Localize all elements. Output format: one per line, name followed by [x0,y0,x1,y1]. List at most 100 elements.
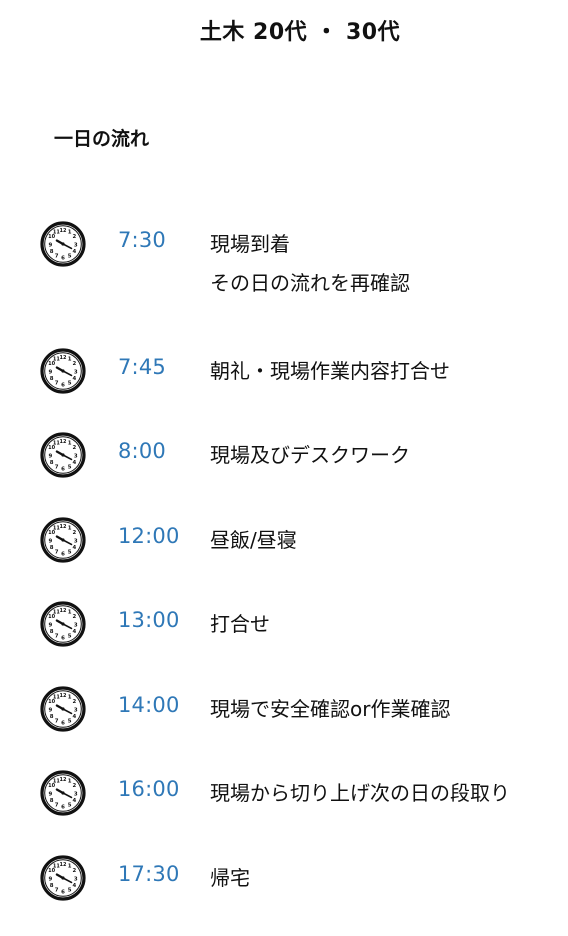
svg-text:1: 1 [68,440,72,446]
svg-text:3: 3 [74,791,78,797]
svg-text:8: 8 [50,545,54,551]
svg-text:1: 1 [68,525,72,531]
svg-text:11: 11 [53,694,60,700]
svg-text:11: 11 [53,440,60,446]
svg-text:7: 7 [55,381,59,387]
svg-text:7: 7 [55,254,59,260]
schedule-entry: 12 3 6 9 1 2 4 5 7 8 10 11 8:00 現場及びデスクワーク [0,432,568,513]
svg-text:12: 12 [60,355,67,361]
svg-text:4: 4 [73,629,77,635]
svg-text:4: 4 [73,545,77,551]
schedule-description: 現場で安全確認or作業確認 [210,697,451,721]
svg-text:4: 4 [73,714,77,720]
svg-text:4: 4 [73,798,77,804]
svg-text:7: 7 [55,550,59,556]
svg-text:2: 2 [73,445,77,451]
svg-text:4: 4 [73,883,77,889]
svg-text:5: 5 [68,381,72,387]
schedule-entry: 12 3 6 9 1 2 4 5 7 8 10 11 7:30 現場到着 その日の流れを再確認 [0,221,568,302]
schedule-time: 7:30 [118,228,166,252]
svg-text:2: 2 [73,361,77,367]
schedule-entry: 12 3 6 9 1 2 4 5 7 8 10 11 13:00 打合せ [0,601,568,682]
schedule-time: 7:45 [118,355,166,379]
clock-icon: 12 3 6 9 1 2 4 5 7 8 10 11 [40,855,86,901]
svg-text:12: 12 [60,228,67,234]
schedule-time: 13:00 [118,608,180,632]
svg-text:12: 12 [60,693,67,699]
svg-text:1: 1 [68,229,72,235]
svg-text:12: 12 [60,439,67,445]
svg-text:12: 12 [60,862,67,868]
svg-text:8: 8 [50,714,54,720]
svg-text:7: 7 [55,803,59,809]
svg-text:3: 3 [74,369,78,375]
svg-text:4: 4 [73,460,77,466]
svg-text:11: 11 [53,356,60,362]
schedule-description: 帰宅 [210,866,250,890]
schedule-time: 8:00 [118,439,166,463]
svg-text:7: 7 [55,465,59,471]
svg-text:3: 3 [74,242,78,248]
schedule-entry: 12 3 6 9 1 2 4 5 7 8 10 11 17:30 帰宅 [0,855,568,936]
svg-text:7: 7 [55,719,59,725]
svg-text:6: 6 [61,721,65,727]
svg-text:7: 7 [55,634,59,640]
svg-text:11: 11 [53,609,60,615]
svg-text:12: 12 [60,524,67,530]
svg-text:3: 3 [74,876,78,882]
svg-text:2: 2 [73,783,77,789]
schedule-entry: 12 3 6 9 1 2 4 5 7 8 10 11 12:00 昼飯/昼寝 [0,517,568,598]
svg-text:11: 11 [53,778,60,784]
svg-text:2: 2 [73,699,77,705]
svg-text:5: 5 [68,550,72,556]
svg-text:3: 3 [74,622,78,628]
clock-icon: 12 3 6 9 1 2 4 5 7 8 10 11 [40,517,86,563]
svg-text:1: 1 [68,356,72,362]
svg-text:5: 5 [68,465,72,471]
clock-icon: 12 3 6 9 1 2 4 5 7 8 10 11 [40,601,86,647]
svg-text:1: 1 [68,609,72,615]
clock-icon: 12 3 6 9 1 2 4 5 7 8 10 11 [40,686,86,732]
svg-text:9: 9 [49,622,53,628]
svg-text:3: 3 [74,538,78,544]
svg-text:12: 12 [60,777,67,783]
schedule-time: 12:00 [118,524,180,548]
svg-text:8: 8 [50,883,54,889]
schedule-description: 現場及びデスクワーク [210,443,410,467]
svg-text:6: 6 [61,890,65,896]
svg-text:5: 5 [68,254,72,260]
schedule-time: 17:30 [118,862,180,886]
svg-text:5: 5 [68,719,72,725]
daily-schedule: 12 3 6 9 1 2 4 5 7 8 10 11 7:30 現場到着 その日の流れを再確認 12 3… [0,0,568,901]
svg-text:9: 9 [49,242,53,248]
schedule-description: 打合せ [210,612,270,636]
svg-text:6: 6 [61,256,65,262]
svg-text:11: 11 [53,229,60,235]
svg-text:5: 5 [68,803,72,809]
svg-text:2: 2 [73,868,77,874]
schedule-description: 昼飯/昼寝 [210,528,297,552]
svg-text:2: 2 [73,530,77,536]
svg-text:3: 3 [74,453,78,459]
svg-text:1: 1 [68,863,72,869]
svg-text:5: 5 [68,888,72,894]
schedule-description-line-2: その日の流れを再確認 [210,271,410,295]
schedule-time: 16:00 [118,777,180,801]
svg-text:8: 8 [50,629,54,635]
svg-text:4: 4 [73,376,77,382]
svg-text:1: 1 [68,778,72,784]
svg-text:4: 4 [73,249,77,255]
svg-text:5: 5 [68,634,72,640]
svg-text:3: 3 [74,707,78,713]
schedule-description: 朝礼・現場作業内容打合せ [210,359,450,383]
schedule-entry: 12 3 6 9 1 2 4 5 7 8 10 11 16:00 現場から切り上げ次の日の段取り [0,770,568,851]
svg-text:6: 6 [61,383,65,389]
clock-icon: 12 3 6 9 1 2 4 5 7 8 10 11 [40,221,86,267]
svg-text:9: 9 [49,369,53,375]
clock-icon: 12 3 6 9 1 2 4 5 7 8 10 11 [40,432,86,478]
svg-text:6: 6 [61,805,65,811]
svg-text:8: 8 [50,376,54,382]
svg-text:9: 9 [49,707,53,713]
svg-text:9: 9 [49,791,53,797]
svg-text:11: 11 [53,863,60,869]
